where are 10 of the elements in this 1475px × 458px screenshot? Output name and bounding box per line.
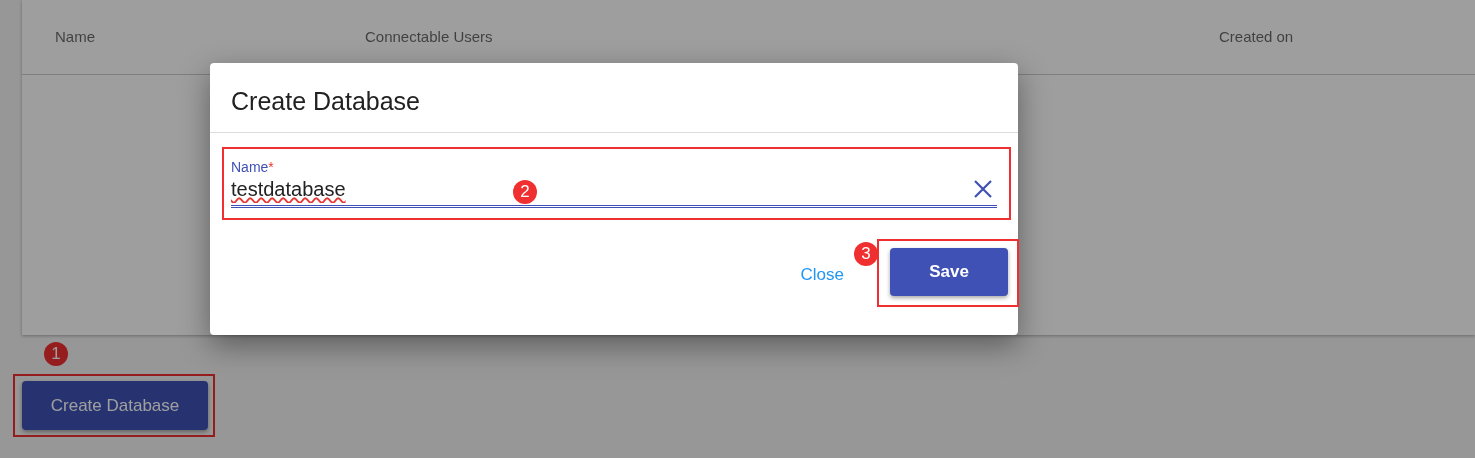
column-header: Name <box>55 28 95 45</box>
clear-icon[interactable] <box>973 179 993 199</box>
step-number: 1 <box>44 342 68 366</box>
save-button[interactable]: Save <box>890 248 1008 296</box>
column-header: Created on <box>1219 28 1294 45</box>
column-header: Connectable Users <box>365 28 493 45</box>
dialog-title: Create Database <box>231 86 421 117</box>
field-label: Name* <box>231 159 275 175</box>
step-number: 3 <box>854 242 878 266</box>
create-database-button[interactable]: Create Database <box>22 381 208 430</box>
